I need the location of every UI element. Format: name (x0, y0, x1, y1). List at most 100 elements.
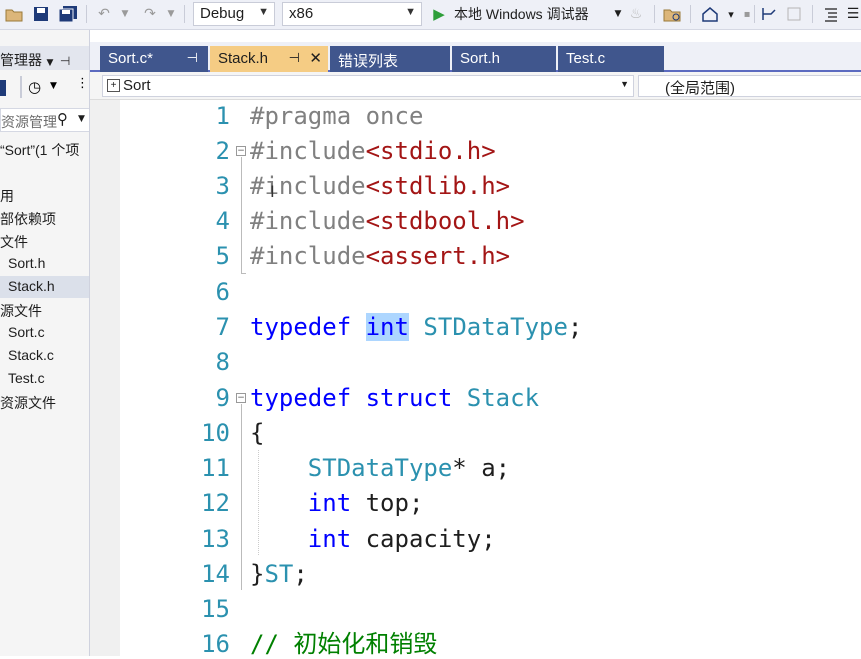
more-icon[interactable]: ▪ (741, 3, 753, 25)
panel-title: 管理器 ▼ ⊣ (0, 46, 89, 70)
pin-icon[interactable]: ⊣ (187, 50, 198, 66)
line-number: 1 (215, 102, 230, 130)
open-folder-icon[interactable] (2, 3, 26, 25)
more-icon[interactable]: ⋮ (76, 76, 89, 91)
undo-dropdown-icon[interactable]: ▼ (118, 3, 132, 25)
tab-test-c[interactable]: Test.c (558, 46, 664, 72)
tab-label: Test.c (566, 50, 606, 67)
start-debugger-label: 本地 Windows 调试器 (454, 6, 589, 22)
scope-select[interactable]: (全局范围) (638, 75, 861, 97)
solution-node[interactable]: “Sort”(1 个项 (0, 138, 89, 160)
redo-dropdown-icon[interactable]: ▼ (164, 3, 178, 25)
home-icon[interactable] (698, 3, 722, 25)
code-token: typedef (250, 313, 352, 341)
hot-reload-icon[interactable]: ♨ (626, 3, 646, 25)
tree-item-label: Sort.h (8, 255, 46, 271)
start-debugger-button[interactable]: 本地 Windows 调试器 (454, 3, 614, 25)
redo-icon[interactable]: ↷ (138, 3, 162, 25)
undo-icon[interactable]: ↶ (92, 3, 116, 25)
solution-label: “Sort”(1 个项 (0, 142, 80, 158)
tool-icon[interactable] (0, 80, 6, 96)
tree-item-header-files[interactable]: 文件 (0, 230, 89, 252)
comment-icon[interactable] (784, 3, 806, 25)
overflow-icon[interactable]: ☰ (846, 3, 860, 25)
configuration-select[interactable]: Debug ▼ (193, 2, 275, 26)
line-number: 5 (215, 242, 230, 270)
code-line: { (250, 418, 264, 448)
chevron-down-icon: ▼ (258, 6, 269, 18)
line-number: 13 (201, 525, 230, 553)
code-token: #include (250, 172, 366, 200)
bookmark-icon[interactable] (758, 3, 780, 25)
history-icon[interactable]: ◷ (28, 78, 41, 96)
line-number: 12 (201, 489, 230, 517)
pin-icon[interactable]: ⊣ (60, 54, 70, 68)
close-icon[interactable]: ✕ (309, 49, 322, 67)
tree-item-resource-files[interactable]: 资源文件 (0, 391, 89, 413)
code-line: #include<stdbool.h> (250, 206, 525, 236)
save-icon[interactable] (30, 3, 52, 25)
code-token: #include (250, 137, 366, 165)
debugger-dropdown-icon[interactable]: ▼ (612, 3, 624, 25)
search-icon[interactable]: ⚲ (57, 110, 68, 128)
code-editor[interactable]: 1 2 3 4 5 6 7 8 9 10 11 12 13 14 15 16 −… (90, 100, 861, 658)
code-token: int (307, 525, 352, 553)
code-token: struct (365, 384, 453, 412)
search-input[interactable]: 资源管理 ⚲ ▼ (0, 108, 89, 132)
code-line: typedef struct Stack (250, 383, 539, 413)
tree-item-stack-c[interactable]: Stack.c (0, 345, 89, 367)
chevron-down-icon: ▼ (620, 79, 629, 89)
tab-stack-h[interactable]: Stack.h ⊣ ✕ (210, 46, 328, 72)
format-icon[interactable] (820, 3, 842, 25)
save-all-icon[interactable] (56, 3, 80, 25)
document-tabs: Sort.c* ⊣ Stack.h ⊣ ✕ 错误列表 Sort.h Test.c (90, 42, 861, 72)
tree-item-external-deps[interactable]: 部依赖项 (0, 207, 89, 229)
collapse-icon[interactable]: − (236, 146, 246, 156)
code-token: * a; (452, 454, 511, 482)
tab-label: Sort.h (460, 50, 501, 67)
panel-title-label: 管理器 (0, 53, 42, 69)
editor-margin (90, 100, 120, 656)
tree-item-label: 源文件 (0, 303, 42, 319)
code-token: typedef (250, 384, 352, 412)
code-comment: // 初始化和销毁 (250, 630, 438, 658)
play-icon[interactable]: ▶ (430, 3, 448, 25)
code-token: <stdlib.h> (365, 172, 511, 200)
chevron-down-icon[interactable]: ▾ (724, 3, 738, 25)
tree-item-label: Sort.c (8, 324, 45, 340)
main-toolbar: ↶ ▼ ↷ ▼ Debug ▼ x86 ▼ ▶ 本地 Windows 调试器 ▼… (0, 0, 861, 30)
tab-sort-c[interactable]: Sort.c* ⊣ (100, 46, 208, 72)
tab-label: Sort.c* (108, 50, 154, 67)
tree-item-references[interactable]: 用 (0, 184, 89, 206)
platform-select[interactable]: x86 ▼ (282, 2, 422, 26)
tab-sort-h[interactable]: Sort.h (452, 46, 556, 72)
tree-item-stack-h[interactable]: Stack.h (0, 276, 89, 298)
project-icon: + (107, 79, 120, 92)
code-line: }ST; (250, 559, 308, 589)
project-value: Sort (123, 77, 151, 94)
pin-icon[interactable]: ⊣ (289, 50, 300, 66)
code-token: <stdio.h> (365, 137, 496, 165)
code-line: int top; (250, 488, 424, 518)
panel-toolbar: ◷ ▼ ⋮ (0, 74, 89, 104)
tree-item-label: Stack.c (8, 347, 54, 363)
line-number: 3 (215, 172, 230, 200)
code-line: int capacity; (250, 524, 496, 554)
code-token: capacity; (351, 525, 496, 553)
tree-item-source-files[interactable]: 源文件 (0, 299, 89, 321)
project-select[interactable]: + Sort ▼ (102, 75, 634, 97)
tree-item-sort-c[interactable]: Sort.c (0, 322, 89, 344)
chevron-down-icon[interactable]: ▼ (78, 114, 85, 124)
folder-icon[interactable] (661, 3, 683, 25)
tree-item-sort-h[interactable]: Sort.h (0, 253, 89, 275)
code-line: typedef int STDataType; (250, 312, 582, 342)
tree-item-test-c[interactable]: Test.c (0, 368, 89, 390)
line-number: 14 (201, 560, 230, 588)
chevron-down-icon[interactable]: ▼ (46, 58, 53, 68)
tab-error-list[interactable]: 错误列表 (330, 46, 450, 72)
line-number: 11 (201, 454, 230, 482)
configuration-value: Debug (200, 5, 245, 22)
line-number: 7 (215, 313, 230, 341)
chevron-down-icon[interactable]: ▼ (50, 81, 57, 91)
collapse-icon[interactable]: − (236, 393, 246, 403)
